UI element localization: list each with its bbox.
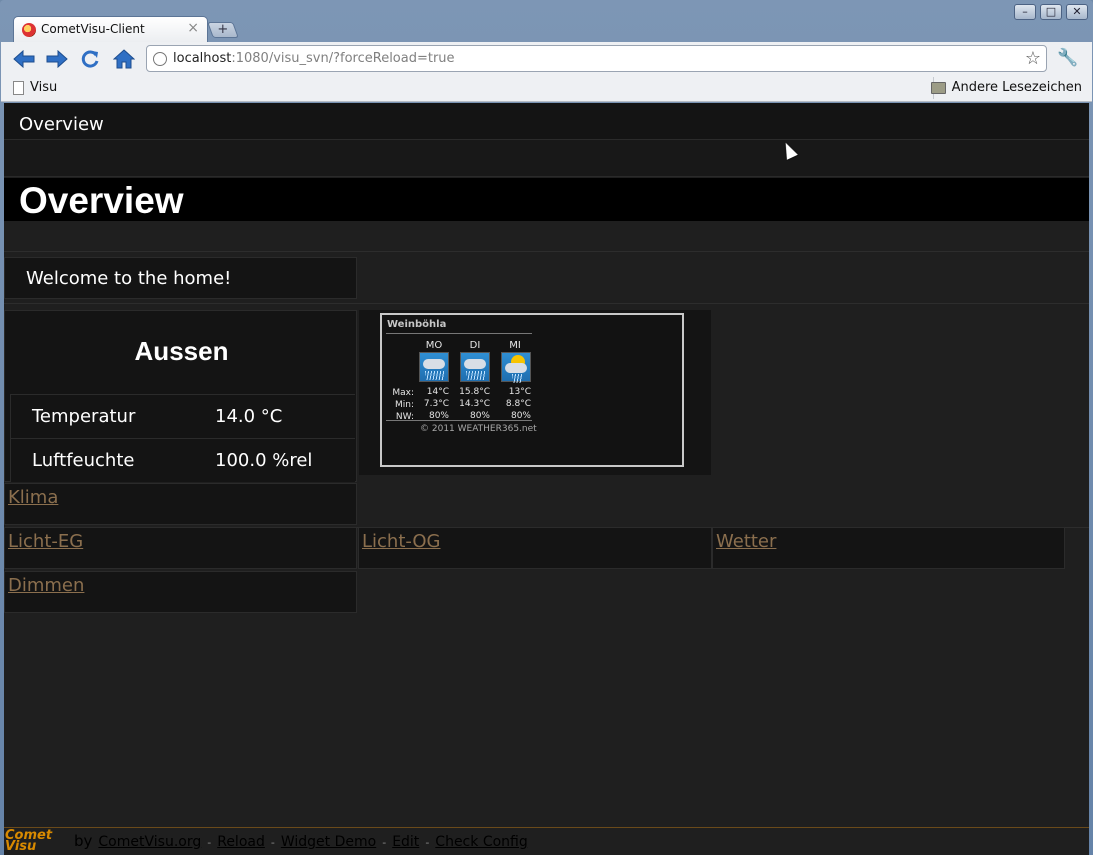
footer-by: by [74, 832, 93, 850]
weather-day-di: DI [469, 340, 481, 351]
footer-link-cometvisu[interactable]: CometVisu.org [98, 834, 201, 850]
info-row-luftfeuchte: Luftfeuchte 100.0 %rel [10, 438, 355, 482]
pagelink-dimmen: Dimmen [4, 571, 357, 613]
link-licht-eg[interactable]: Licht-EG [8, 531, 83, 552]
weather-divider [386, 333, 532, 334]
address-text[interactable]: localhost:1080/visu_svn/?forceReload=tru… [173, 51, 455, 66]
aussen-group: Aussen Temperatur 14.0 °C Luftfeuchte 10… [4, 310, 357, 482]
weather-max-mo: 14°C [426, 387, 449, 397]
maximize-button[interactable]: □ [1040, 4, 1062, 20]
other-bookmarks-label: Andere Lesezeichen [951, 80, 1082, 95]
tab-close-icon[interactable]: × [187, 20, 199, 36]
bookmark-visu-label: Visu [30, 80, 58, 95]
home-button[interactable] [111, 47, 137, 71]
link-dimmen[interactable]: Dimmen [8, 575, 84, 596]
forward-button[interactable] [44, 47, 70, 71]
back-button[interactable] [11, 47, 37, 71]
tab-title: CometVisu-Client [41, 22, 145, 36]
plus-icon: + [217, 22, 229, 37]
home-icon [113, 49, 135, 69]
aussen-title: Aussen [134, 336, 229, 366]
divider [4, 303, 1089, 304]
footer-separator: - [425, 836, 430, 849]
link-wetter[interactable]: Wetter [716, 531, 776, 552]
weather-max-mi: 13°C [508, 387, 531, 397]
luftfeuchte-value: 100.0 %rel [215, 450, 313, 471]
reload-button[interactable] [77, 47, 103, 71]
pagelink-wetter: Wetter [712, 527, 1065, 569]
weather-min-di: 14.3°C [459, 399, 490, 409]
welcome-text: Welcome to the home! [26, 268, 232, 289]
globe-icon [153, 52, 167, 66]
page-icon [13, 80, 24, 95]
link-klima[interactable]: Klima [8, 487, 58, 508]
other-bookmarks[interactable]: Andere Lesezeichen [930, 80, 1082, 95]
welcome-box: Welcome to the home! [4, 257, 357, 299]
browser-window: – □ ✕ CometVisu-Client × + localhost:108… [0, 0, 1093, 855]
footer-separator: - [382, 836, 387, 849]
browser-tab[interactable]: CometVisu-Client × [13, 16, 208, 42]
weather-min-mo: 7.3°C [423, 399, 449, 409]
footer-link-reload[interactable]: Reload [217, 834, 265, 850]
weather-copyright[interactable]: © 2011 WEATHER365.net [420, 424, 537, 434]
weather-min-mi: 8.8°C [505, 399, 531, 409]
footer: Comet Visu by CometVisu.org - Reload - W… [4, 827, 1089, 855]
luftfeuchte-label: Luftfeuchte [32, 450, 135, 471]
info-row-temperatur: Temperatur 14.0 °C [10, 394, 355, 438]
weather-day-mi: MI [509, 340, 521, 351]
weather-day-mo: MO [425, 340, 443, 351]
bookmarks-bar: Visu Andere Lesezeichen [1, 75, 1092, 102]
footer-separator: - [270, 836, 275, 849]
wrench-icon[interactable]: 🔧 [1057, 48, 1078, 68]
divider [4, 251, 1089, 252]
nav-breadcrumb-overview[interactable]: Overview [19, 114, 104, 135]
bookmark-visu[interactable]: Visu [13, 80, 57, 95]
footer-separator: - [207, 836, 212, 849]
weather-max-label: Max: [392, 388, 414, 398]
weather-city: Weinböhla [387, 319, 447, 330]
page-content: Overview Overview Welcome to the home! A… [4, 103, 1089, 855]
back-arrow-icon [13, 50, 35, 68]
cometvisu-favicon-icon [22, 23, 36, 37]
close-window-button[interactable]: ✕ [1066, 4, 1088, 20]
temperatur-label: Temperatur [32, 406, 136, 427]
folder-icon [930, 81, 946, 94]
link-licht-og[interactable]: Licht-OG [362, 531, 441, 552]
weather-divider [386, 420, 532, 421]
footer-links: by CometVisu.org - Reload - Widget Demo … [74, 832, 528, 850]
footer-link-check-config[interactable]: Check Config [435, 834, 527, 850]
rain-cloud-icon [460, 352, 490, 382]
temperatur-value: 14.0 °C [215, 406, 283, 427]
rain-cloud-icon [419, 352, 449, 382]
pagelink-licht-eg: Licht-EG [4, 527, 357, 569]
reload-icon [81, 50, 99, 68]
footer-link-widget-demo[interactable]: Widget Demo [281, 834, 376, 850]
navbar-top: Overview [4, 103, 1089, 140]
address-bar[interactable]: localhost:1080/visu_svn/?forceReload=tru… [146, 45, 1047, 72]
forward-arrow-icon [46, 50, 68, 68]
footer-link-edit[interactable]: Edit [392, 834, 419, 850]
weather-min-label: Min: [394, 400, 414, 410]
page-title: Overview [19, 180, 184, 221]
pagelink-licht-og: Licht-OG [358, 527, 712, 569]
pagelink-klima: Klima [4, 483, 357, 525]
navbar-band [4, 140, 1089, 177]
weather-frame[interactable]: Weinböhla MO DI MI Max: Min: NW: 14°C 15… [380, 313, 684, 467]
url-host: localhost [173, 51, 232, 66]
url-rest: :1080/visu_svn/?forceReload=true [231, 51, 455, 66]
minimize-button[interactable]: – [1014, 4, 1036, 20]
browser-toolbar: localhost:1080/visu_svn/?forceReload=tru… [1, 42, 1092, 75]
cometvisu-logo: Comet Visu [5, 829, 69, 853]
page-title-bar: Overview [4, 178, 1089, 221]
new-tab-button[interactable]: + [207, 22, 239, 38]
weather-widget: Weinböhla MO DI MI Max: Min: NW: 14°C 15… [359, 310, 711, 475]
bookmark-star-icon[interactable]: ☆ [1025, 48, 1041, 69]
sun-cloud-rain-icon [501, 352, 531, 383]
weather-max-di: 15.8°C [459, 387, 490, 397]
